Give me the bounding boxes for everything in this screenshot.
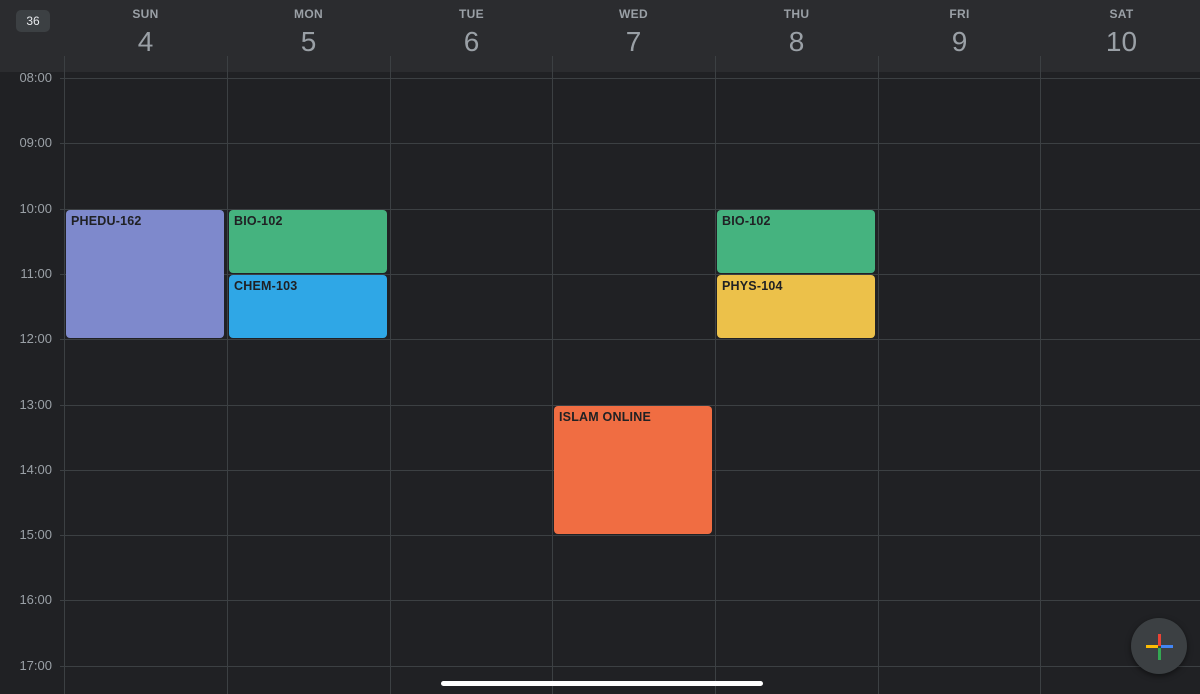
day-header-fri[interactable]: FRI 9 <box>878 0 1041 72</box>
hour-gridline <box>60 600 1200 602</box>
hour-label: 13:00 <box>19 396 52 412</box>
day-name: WED <box>619 7 648 21</box>
day-header-wed[interactable]: WED 7 <box>552 0 715 72</box>
create-event-button[interactable] <box>1131 618 1187 674</box>
day-header-mon[interactable]: MON 5 <box>227 0 390 72</box>
day-header-sun[interactable]: SUN 4 <box>64 0 227 72</box>
hour-label: 10:00 <box>19 200 52 216</box>
event-bio-102[interactable]: BIO-102 <box>717 209 875 273</box>
day-name: THU <box>783 7 810 21</box>
hour-gridline <box>60 535 1200 537</box>
day-number: 9 <box>951 26 968 57</box>
hour-gridline <box>60 665 1200 667</box>
day-name: TUE <box>459 7 484 21</box>
day-name: MON <box>294 7 323 21</box>
day-name: SAT <box>1109 7 1134 21</box>
day-divider <box>390 56 391 694</box>
hour-label: 09:00 <box>19 135 52 151</box>
day-number: 5 <box>300 26 317 57</box>
day-number: 6 <box>463 26 480 57</box>
day-divider <box>878 56 879 694</box>
day-header-tue[interactable]: TUE 6 <box>390 0 553 72</box>
hour-label: 17:00 <box>19 657 52 673</box>
week-header: 36 SUN 4 MON 5 TUE 6 WED 7 THU 8 FRI 9 SAT 10 <box>0 0 1200 72</box>
hour-gridline <box>60 339 1200 341</box>
time-grid[interactable]: 08:00 09:00 10:00 11:00 12:00 13:00 14:00 15:00… <box>0 56 1200 694</box>
week-number-badge[interactable]: 36 <box>16 10 50 32</box>
day-number: 4 <box>137 26 154 57</box>
day-name: FRI <box>949 7 970 21</box>
hour-label: 11:00 <box>20 265 52 281</box>
day-divider <box>552 56 553 694</box>
hour-label: 08:00 <box>19 70 52 85</box>
event-islam-online[interactable]: ISLAM ONLINE <box>554 405 712 535</box>
day-header-thu[interactable]: THU 8 <box>715 0 878 72</box>
hour-gridline <box>60 143 1200 145</box>
day-number: 10 <box>1105 26 1138 57</box>
hour-label: 16:00 <box>19 592 52 608</box>
event-phys-104[interactable]: PHYS-104 <box>717 274 875 339</box>
day-divider <box>64 56 65 694</box>
event-chem-103[interactable]: CHEM-103 <box>229 274 387 339</box>
day-name: SUN <box>132 7 159 21</box>
day-divider <box>227 56 228 694</box>
day-header-sat[interactable]: SAT 10 <box>1040 0 1200 72</box>
day-number: 7 <box>625 26 642 57</box>
event-bio-102[interactable]: BIO-102 <box>229 209 387 273</box>
plus-arm <box>1146 645 1158 648</box>
hour-label: 12:00 <box>19 331 52 347</box>
plus-arm <box>1161 645 1173 648</box>
home-indicator <box>441 681 763 686</box>
day-divider <box>715 56 716 694</box>
hour-label: 15:00 <box>19 527 52 543</box>
day-number: 8 <box>788 26 805 57</box>
day-divider <box>1040 56 1041 694</box>
event-phedu-162[interactable]: PHEDU-162 <box>66 209 224 339</box>
plus-arm <box>1158 648 1161 660</box>
hour-gridline <box>60 78 1200 79</box>
hour-label: 14:00 <box>19 461 52 477</box>
